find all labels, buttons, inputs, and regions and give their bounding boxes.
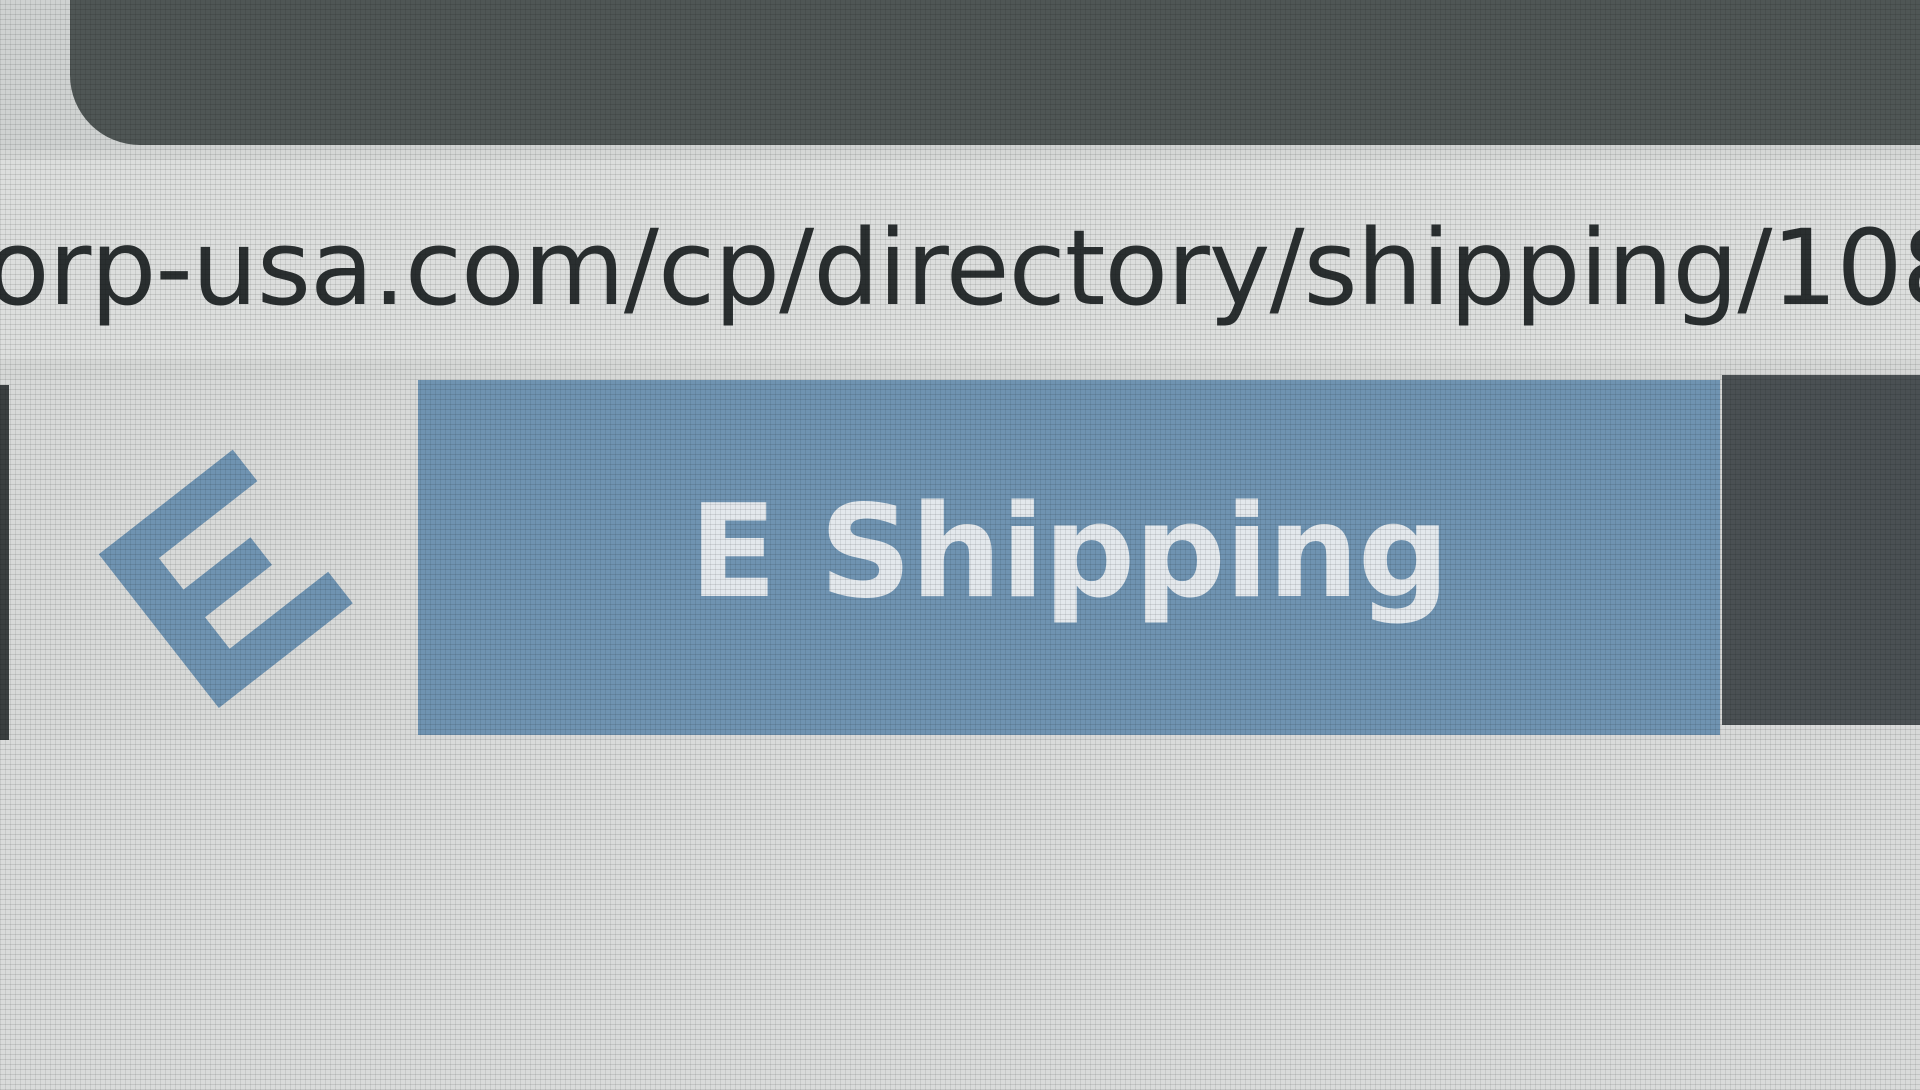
photographed-screen: orp-usa.com/cp/directory/shipping/108898… [0, 0, 1920, 1090]
e-logo-icon[interactable] [60, 415, 370, 715]
left-edge-bar [0, 385, 9, 740]
header-dark-panel [1722, 375, 1920, 725]
brand-banner[interactable]: E Shipping [418, 380, 1720, 735]
brand-label: E Shipping [689, 478, 1449, 627]
address-bar-url[interactable]: orp-usa.com/cp/directory/shipping/108898 [0, 208, 1920, 328]
page-content [0, 740, 1920, 1090]
browser-tab[interactable] [70, 0, 1920, 145]
